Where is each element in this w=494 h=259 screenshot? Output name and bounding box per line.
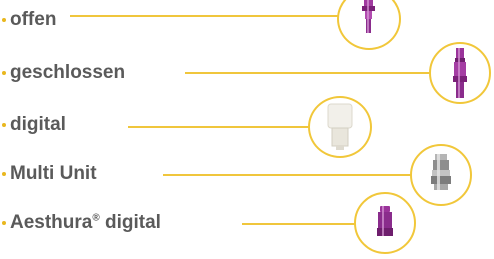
closed-abutment-icon	[453, 48, 467, 98]
connector-line-geschlossen	[185, 72, 430, 74]
digital-scanbody-icon	[327, 103, 353, 150]
registered-mark: ®	[92, 212, 100, 224]
variant-label-digital: digital	[10, 114, 66, 135]
open-abutment-icon	[362, 0, 375, 33]
connector-line-offen	[70, 15, 338, 17]
variant-label-geschlossen: geschlossen	[10, 62, 126, 83]
label-aesthura: Aesthura	[10, 212, 93, 233]
aesthura-digital-icon	[377, 206, 393, 236]
part-circle-multi-unit	[410, 144, 472, 206]
connector-line-aesthura-digital	[242, 223, 355, 225]
connector-line-multi-unit	[163, 174, 411, 176]
part-circle-geschlossen	[429, 42, 491, 104]
part-circle-offen	[337, 0, 401, 50]
part-circle-digital	[308, 96, 372, 158]
connector-line-digital	[128, 126, 309, 128]
product-variant-legend: offen geschlossen digital Multi Unit Aes…	[0, 0, 494, 259]
variant-row-digital: digital	[0, 110, 494, 140]
variant-row-offen: offen	[0, 5, 494, 35]
variant-label-offen: offen	[10, 9, 57, 30]
multi-unit-abutment-icon	[431, 154, 451, 190]
bullet-dot	[2, 172, 6, 176]
bullet-dot	[2, 18, 6, 22]
bullet-dot	[2, 221, 6, 225]
variant-label-aesthura-digital: Aesthura® digital	[10, 212, 161, 234]
part-circle-aesthura-digital	[354, 192, 416, 254]
bullet-dot	[2, 71, 6, 75]
variant-label-multi-unit: Multi Unit	[10, 163, 97, 184]
label-digital: digital	[99, 212, 161, 233]
bullet-dot	[2, 123, 6, 127]
